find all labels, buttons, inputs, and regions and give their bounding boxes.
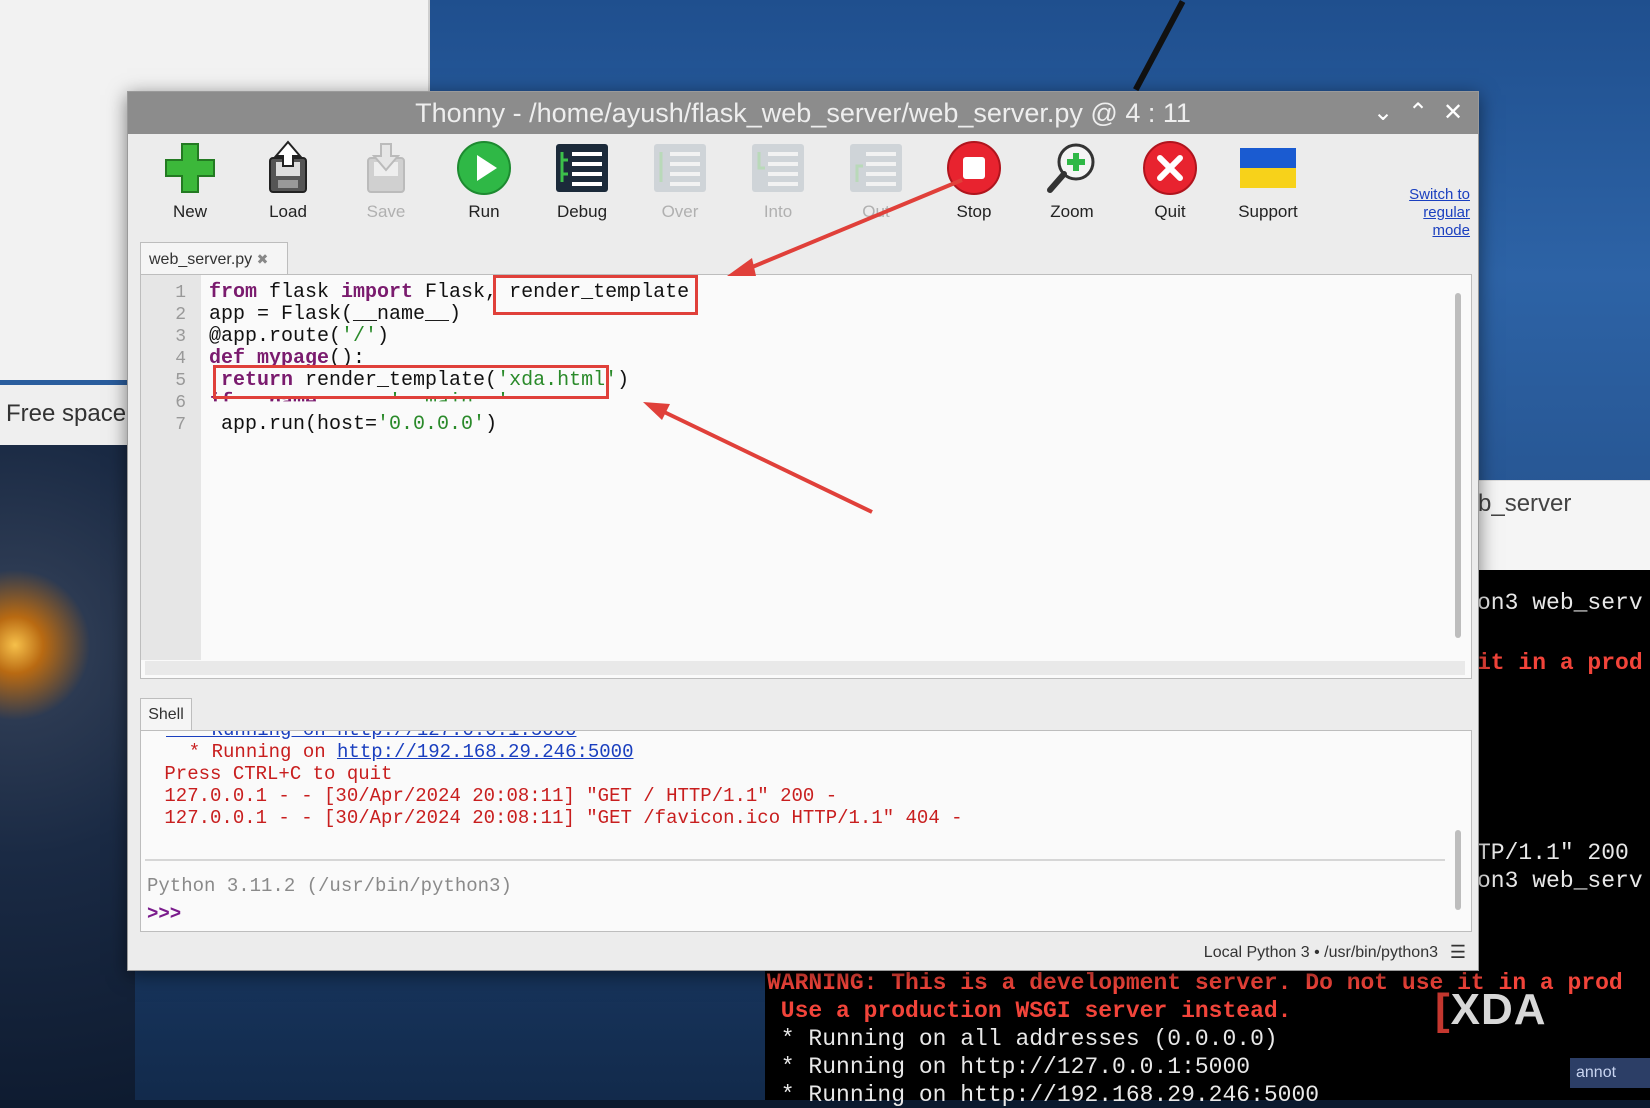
run-button[interactable]: Run <box>434 140 534 232</box>
line-number: 1 <box>175 283 186 303</box>
load-button[interactable]: Load <box>238 140 338 232</box>
shell-divider <box>145 859 1445 861</box>
switch-to-regular-mode-link[interactable]: Switch to regular mode <box>1375 186 1470 240</box>
window-title: Thonny - /home/ayush/flask_web_server/we… <box>415 98 1191 128</box>
shell-vertical-scrollbar[interactable] <box>1453 735 1463 925</box>
terminal-line: * Running on http://192.168.29.246:5000 <box>767 1082 1320 1108</box>
line-number: 6 <box>175 393 186 413</box>
highlight-box-import <box>493 275 698 315</box>
code-line-3: @app.route('/') <box>209 325 390 348</box>
highlight-box-return <box>213 365 609 399</box>
line-number: 3 <box>175 327 186 347</box>
tab-web-server-py[interactable]: web_server.py ✖ <box>140 242 288 274</box>
terminal-line: TP/1.1" 200 <box>1477 840 1629 866</box>
free-space-label: Free space <box>6 400 127 427</box>
shell-log-line: 127.0.0.1 - - [30/Apr/2024 20:08:11] "GE… <box>153 785 838 807</box>
xda-watermark: [XDA <box>1435 985 1547 1034</box>
terminal-line: * Running on http://127.0.0.1:5000 <box>767 1054 1251 1080</box>
shell-log-line: 127.0.0.1 - - [30/Apr/2024 20:08:11] "GE… <box>153 807 963 829</box>
editor-vertical-scrollbar[interactable] <box>1453 279 1463 654</box>
zoom-icon <box>1044 140 1100 196</box>
terminal-line: on3 web_serv <box>1477 590 1643 616</box>
tab-shell[interactable]: Shell <box>140 698 192 731</box>
shell-line: Press CTRL+C to quit <box>153 763 393 785</box>
python-version-banner: Python 3.11.2 (/usr/bin/python3) <box>147 875 512 897</box>
ukraine-flag-icon <box>1240 140 1296 196</box>
xda-bracket-icon: [ <box>1435 985 1451 1034</box>
line-number: 7 <box>175 415 186 435</box>
toolbar: New Load Save Run Debug Over Into Out St… <box>128 134 1478 239</box>
code-line-2: app = Flask(__name__) <box>209 303 462 326</box>
line-number-gutter: 1 2 3 4 5 6 7 <box>141 275 201 660</box>
save-icon <box>358 140 414 196</box>
debug-icon <box>554 140 610 196</box>
quit-button[interactable]: Quit <box>1120 140 1220 232</box>
stop-button[interactable]: Stop <box>924 140 1024 232</box>
load-icon <box>260 140 316 196</box>
minimize-button[interactable]: ⌄ <box>1368 92 1398 134</box>
title-bar[interactable]: Thonny - /home/ayush/flask_web_server/we… <box>128 92 1478 134</box>
terminal-warning-line: Use a production WSGI server instead. <box>767 998 1292 1024</box>
shell-panel[interactable]: * Running on http://127.0.0.1:5000 * Run… <box>140 730 1472 932</box>
tab-close-icon[interactable]: ✖ <box>257 251 269 267</box>
editor-horizontal-scrollbar[interactable] <box>145 661 1465 675</box>
run-icon <box>456 140 512 196</box>
support-button[interactable]: Support <box>1218 140 1318 232</box>
terminal-line: on3 web_serv <box>1477 868 1643 894</box>
scrollbar-thumb[interactable] <box>1455 830 1461 910</box>
shell-line-cut: * Running on http://127.0.0.1:5000 <box>166 730 577 741</box>
maximize-button[interactable]: ⌃ <box>1403 92 1433 134</box>
status-bar: Local Python 3 • /usr/bin/python3 ☰ <box>128 940 1478 968</box>
quit-icon <box>1142 140 1198 196</box>
shell-prompt[interactable]: >>> <box>147 903 181 925</box>
step-over-icon <box>652 140 708 196</box>
wallpaper-lantern <box>0 445 135 1100</box>
annotation-badge: annot <box>1570 1058 1650 1088</box>
background-terminal-title: b_server <box>1478 490 1572 517</box>
line-number: 5 <box>175 371 186 391</box>
step-over-button[interactable]: Over <box>630 140 730 232</box>
step-into-icon <box>750 140 806 196</box>
thonny-window: Thonny - /home/ayush/flask_web_server/we… <box>127 91 1479 971</box>
shell-running-line: * Running on http://192.168.29.246:5000 <box>166 741 634 763</box>
terminal-line: it in a prod <box>1477 650 1643 676</box>
interpreter-selector[interactable]: Local Python 3 • /usr/bin/python3 <box>1204 944 1438 962</box>
code-editor[interactable]: 1 2 3 4 5 6 7 from flask import Flask, r… <box>140 274 1472 679</box>
tab-label: web_server.py <box>149 251 253 268</box>
new-button[interactable]: New <box>140 140 240 232</box>
step-out-icon <box>848 140 904 196</box>
editor-tab-bar: web_server.py ✖ <box>140 242 1470 274</box>
hamburger-menu-icon[interactable]: ☰ <box>1450 942 1466 963</box>
code-line-7: app.run(host='0.0.0.0') <box>209 413 498 436</box>
zoom-button[interactable]: Zoom <box>1022 140 1122 232</box>
line-number: 4 <box>175 349 186 369</box>
step-out-button[interactable]: Out <box>826 140 926 232</box>
background-terminal-side: on3 web_serv it in a prod TP/1.1" 200 on… <box>1475 570 1650 970</box>
stop-icon <box>946 140 1002 196</box>
shell-url-link[interactable]: http://192.168.29.246:5000 <box>337 741 633 763</box>
step-into-button[interactable]: Into <box>728 140 828 232</box>
line-number: 2 <box>175 305 186 325</box>
new-icon <box>162 140 218 196</box>
scrollbar-thumb[interactable] <box>1455 293 1461 638</box>
terminal-line: * Running on all addresses (0.0.0.0) <box>767 1026 1278 1052</box>
debug-button[interactable]: Debug <box>532 140 632 232</box>
save-button[interactable]: Save <box>336 140 436 232</box>
close-button[interactable]: ✕ <box>1438 92 1468 134</box>
